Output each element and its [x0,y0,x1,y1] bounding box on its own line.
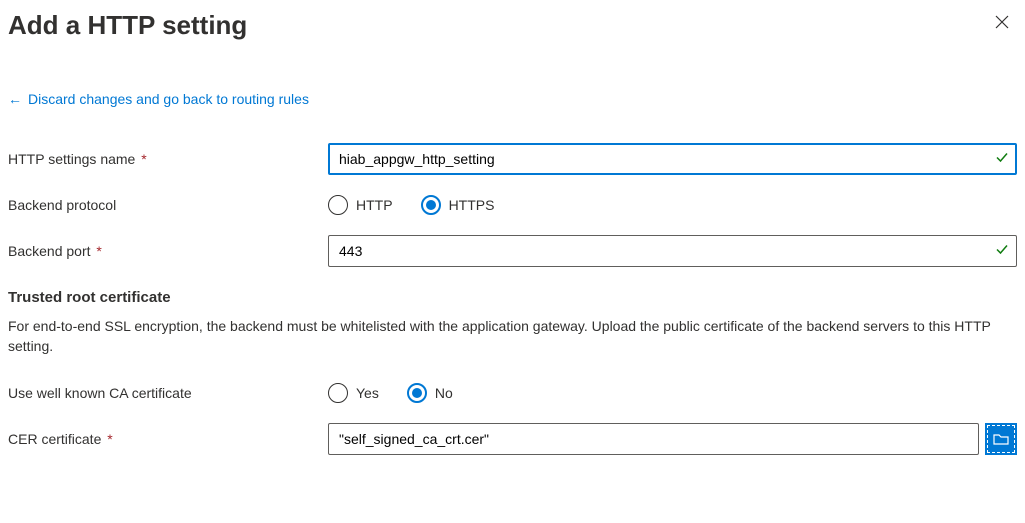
protocol-http-radio-label: HTTP [356,197,393,213]
trusted-root-heading: Trusted root certificate [8,289,1017,306]
backend-protocol-group: HTTP HTTPS [328,195,494,215]
radio-icon [328,383,348,403]
radio-icon [421,195,441,215]
http-settings-name-input[interactable] [328,143,1017,175]
ca-yes-radio[interactable]: Yes [328,383,379,403]
ca-no-radio[interactable]: No [407,383,453,403]
browse-file-button[interactable] [985,423,1017,455]
cer-certificate-input[interactable] [328,423,979,455]
close-icon [995,15,1009,29]
use-well-known-ca-label: Use well known CA certificate [8,385,328,401]
arrow-left-icon: ← [8,91,22,107]
cer-certificate-label: CER certificate * [8,431,328,447]
trusted-root-description: For end-to-end SSL encryption, the backe… [8,316,1017,357]
http-settings-name-label: HTTP settings name * [8,151,328,167]
ca-no-radio-label: No [435,385,453,401]
radio-icon [407,383,427,403]
discard-back-link[interactable]: ← Discard changes and go back to routing… [8,91,309,107]
use-well-known-ca-group: Yes No [328,383,453,403]
ca-yes-radio-label: Yes [356,385,379,401]
folder-icon [993,432,1009,446]
radio-icon [328,195,348,215]
back-link-label: Discard changes and go back to routing r… [28,91,309,107]
page-title: Add a HTTP setting [8,10,247,41]
backend-port-input[interactable] [328,235,1017,267]
backend-protocol-label: Backend protocol [8,197,328,213]
close-button[interactable] [987,10,1017,36]
backend-port-label: Backend port * [8,243,328,259]
protocol-http-radio[interactable]: HTTP [328,195,393,215]
protocol-https-radio-label: HTTPS [449,197,495,213]
protocol-https-radio[interactable]: HTTPS [421,195,495,215]
